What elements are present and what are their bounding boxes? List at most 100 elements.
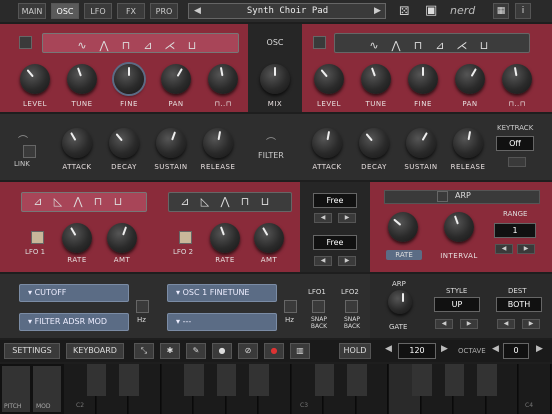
- keyboard-button[interactable]: KEYBOARD: [66, 343, 124, 359]
- lfo2-mode-next-button[interactable]: ▶: [338, 256, 356, 266]
- arp-dest-next-button[interactable]: ▶: [522, 319, 540, 329]
- arp-gate-knob[interactable]: [388, 290, 412, 314]
- arp-range-next-button[interactable]: ▶: [517, 244, 535, 254]
- arp-range-value[interactable]: 1: [494, 223, 536, 238]
- black-key[interactable]: [249, 364, 269, 396]
- amp-decay-knob[interactable]: [109, 128, 139, 158]
- arp-enable-checkbox[interactable]: [437, 191, 448, 202]
- osc1-pan-knob[interactable]: [161, 64, 191, 94]
- osc1-fine-knob[interactable]: [114, 64, 144, 94]
- stop-icon[interactable]: ●: [212, 343, 232, 359]
- amp-sustain-knob[interactable]: [156, 128, 186, 158]
- random-icon[interactable]: ⊔: [255, 193, 275, 211]
- lfo1-mode-next-button[interactable]: ▶: [338, 213, 356, 223]
- dice-icon[interactable]: ⚄: [399, 4, 409, 18]
- tab-pro[interactable]: PRO: [150, 3, 178, 19]
- mod4-destination-select[interactable]: ▾ ---: [167, 313, 277, 331]
- lfo1-snap-checkbox[interactable]: [312, 300, 325, 313]
- filter-sustain-knob[interactable]: [406, 128, 436, 158]
- arp-range-prev-button[interactable]: ◀: [495, 244, 513, 254]
- tab-osc[interactable]: OSC: [51, 3, 79, 19]
- mod1-destination-select[interactable]: ▾ CUTOFF: [19, 284, 129, 302]
- amp-attack-knob[interactable]: [62, 128, 92, 158]
- sine-wave-icon[interactable]: ∿: [363, 37, 385, 55]
- lfo2-amt-knob[interactable]: [254, 223, 284, 253]
- osc2-waveform-selector[interactable]: ∿ ⋀ ⊓ ⊿ ⋌ ⊔: [334, 33, 530, 53]
- lfo1-waveform-selector[interactable]: ⊿ ◺ ⋀ ⊓ ⊔: [21, 192, 147, 212]
- octave-down-icon[interactable]: ◀: [492, 344, 499, 354]
- filter-release-knob[interactable]: [453, 128, 483, 158]
- filter-attack-knob[interactable]: [312, 128, 342, 158]
- mod3-destination-select[interactable]: ▾ OSC 1 FINETUNE: [167, 284, 277, 302]
- bluetooth-icon[interactable]: ✱: [160, 343, 180, 359]
- record-icon[interactable]: ●: [264, 343, 284, 359]
- piano-icon[interactable]: ▥: [290, 343, 310, 359]
- lfo1-amt-knob[interactable]: [107, 223, 137, 253]
- mod2-destination-select[interactable]: ▾ FILTER ADSR MOD: [19, 313, 129, 331]
- osc2-tune-knob[interactable]: [361, 64, 391, 94]
- black-key[interactable]: [216, 364, 237, 396]
- black-key[interactable]: [119, 364, 139, 396]
- keytrack-value[interactable]: Off: [496, 136, 534, 151]
- tempo-value[interactable]: 120: [398, 343, 436, 359]
- lfo1-rate-knob[interactable]: [62, 223, 92, 253]
- grid-view-icon[interactable]: ▦: [493, 3, 509, 19]
- osc1-level-knob[interactable]: [20, 64, 50, 94]
- tempo-down-icon[interactable]: ◀: [385, 344, 392, 354]
- lfo2-waveform-selector[interactable]: ⊿ ◺ ⋀ ⊓ ⊔: [168, 192, 292, 212]
- square-wave-icon[interactable]: ⊓: [407, 37, 429, 55]
- black-key[interactable]: [314, 364, 335, 396]
- osc2-extra-knob[interactable]: [502, 64, 532, 94]
- octave-up-icon[interactable]: ▶: [536, 344, 543, 354]
- sine-wave-icon[interactable]: ∿: [71, 37, 93, 55]
- square-wave-icon[interactable]: ⊓: [115, 37, 137, 55]
- info-icon[interactable]: i: [515, 3, 531, 19]
- pencil-icon[interactable]: ✎: [186, 343, 206, 359]
- save-icon[interactable]: ▣: [425, 3, 437, 18]
- triangle-wave-icon[interactable]: ⋀: [93, 37, 115, 55]
- arp-style-value[interactable]: UP: [434, 297, 480, 312]
- expand-icon[interactable]: ⤡: [134, 343, 154, 359]
- black-key[interactable]: [86, 364, 107, 396]
- tempo-up-icon[interactable]: ▶: [441, 344, 448, 354]
- osc-mix-knob[interactable]: [260, 64, 290, 94]
- arp-style-prev-button[interactable]: ◀: [435, 319, 453, 329]
- black-key[interactable]: [347, 364, 367, 396]
- osc1-enable-checkbox[interactable]: [19, 36, 32, 49]
- pulse-wave-icon[interactable]: ⊔: [473, 37, 495, 55]
- saw-up-icon[interactable]: ⊿: [28, 193, 48, 211]
- link-checkbox[interactable]: [23, 145, 36, 158]
- hold-button[interactable]: HOLD: [339, 343, 371, 359]
- triangle-icon[interactable]: ⋀: [68, 193, 88, 211]
- lfo2-rate-knob[interactable]: [210, 223, 240, 253]
- tab-main[interactable]: MAIN: [18, 3, 46, 19]
- saw-wave-icon[interactable]: ⊿: [429, 37, 451, 55]
- osc1-tune-knob[interactable]: [67, 64, 97, 94]
- osc2-pan-knob[interactable]: [455, 64, 485, 94]
- tab-fx[interactable]: FX: [117, 3, 145, 19]
- panic-icon[interactable]: ⊘: [238, 343, 258, 359]
- ramp-wave-icon[interactable]: ⋌: [451, 37, 473, 55]
- lfo1-mode-prev-button[interactable]: ◀: [314, 213, 332, 223]
- arp-dest-value[interactable]: BOTH: [496, 297, 542, 312]
- triangle-wave-icon[interactable]: ⋀: [385, 37, 407, 55]
- pulse-wave-icon[interactable]: ⊔: [181, 37, 203, 55]
- lfo1-mode-value[interactable]: Free: [313, 193, 357, 208]
- random-icon[interactable]: ⊔: [108, 193, 128, 211]
- preset-prev-icon[interactable]: ◀: [194, 3, 201, 19]
- filter-decay-knob[interactable]: [359, 128, 389, 158]
- square-icon[interactable]: ⊓: [88, 193, 108, 211]
- black-key[interactable]: [412, 364, 432, 396]
- mod-hz-checkbox-1[interactable]: [136, 300, 149, 313]
- osc1-waveform-selector[interactable]: ∿ ⋀ ⊓ ⊿ ⋌ ⊔: [42, 33, 239, 53]
- saw-wave-icon[interactable]: ⊿: [137, 37, 159, 55]
- lfo1-enable-checkbox[interactable]: [31, 231, 44, 244]
- arp-interval-knob[interactable]: [444, 212, 474, 242]
- osc2-level-knob[interactable]: [314, 64, 344, 94]
- mod-hz-checkbox-2[interactable]: [284, 300, 297, 313]
- settings-button[interactable]: SETTINGS: [4, 343, 60, 359]
- lfo2-mode-value[interactable]: Free: [313, 235, 357, 250]
- octave-value[interactable]: 0: [503, 343, 529, 359]
- lfo2-enable-checkbox[interactable]: [179, 231, 192, 244]
- black-key[interactable]: [477, 364, 497, 396]
